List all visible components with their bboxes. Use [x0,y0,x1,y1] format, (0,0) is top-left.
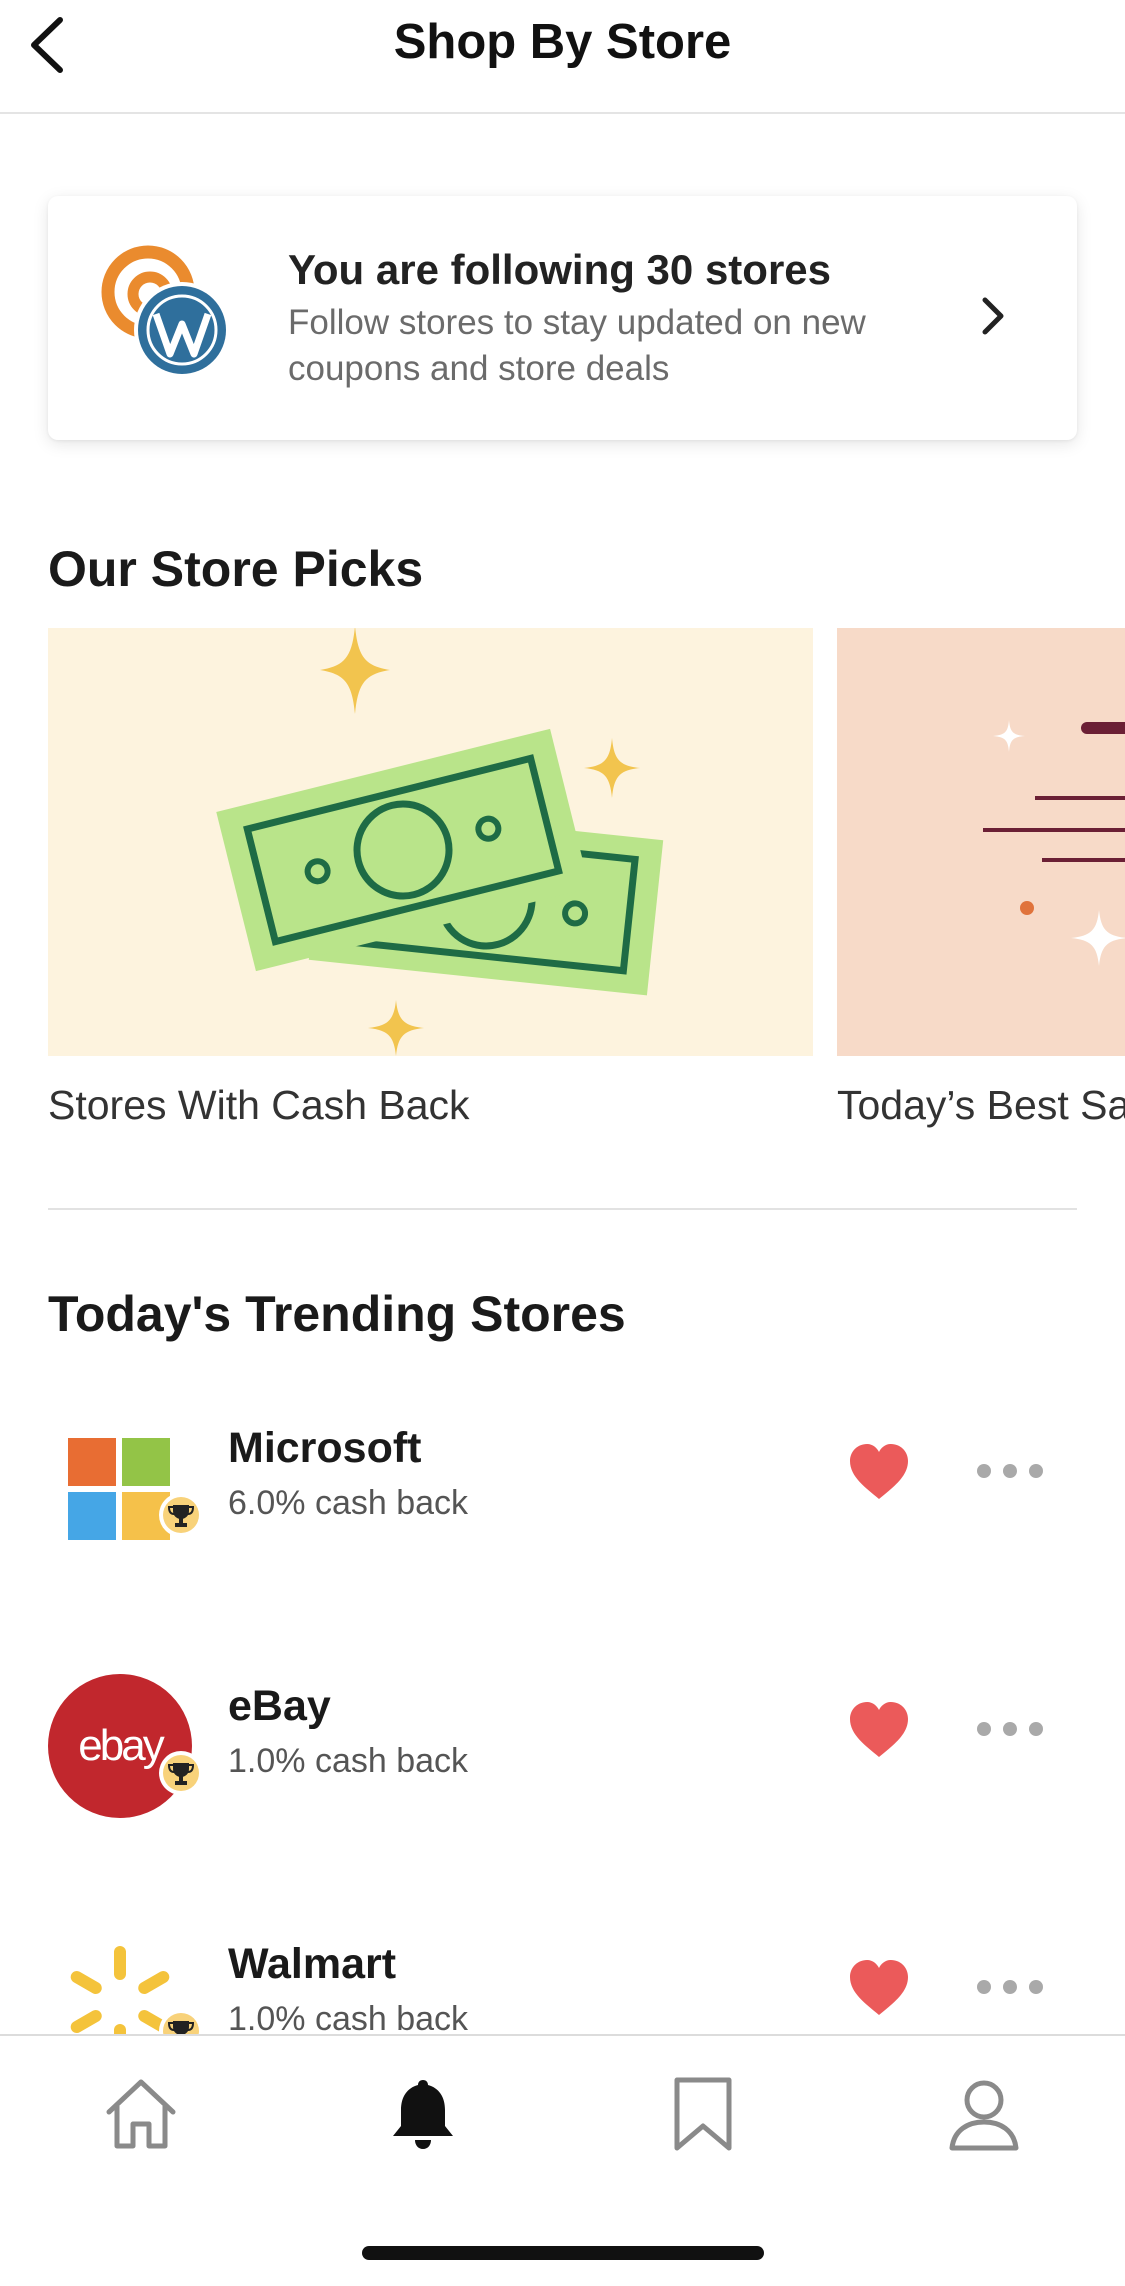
heart-filled-icon[interactable] [846,1439,912,1505]
pick-label-cash-back: Stores With Cash Back [48,1082,470,1128]
ebay-logo-icon: ebay [48,1674,192,1818]
trophy-badge-icon [159,1493,203,1537]
bell-icon[interactable] [383,2074,463,2154]
store-row-microsoft[interactable]: Microsoft 6.0% cash back [0,1404,1125,1564]
home-indicator [362,2246,764,2260]
heart-filled-icon[interactable] [846,1955,912,2021]
followed-stores-logos-icon [101,245,230,378]
pick-card-best-sales[interactable]: Today’s Best Sales [837,628,1125,1129]
money-bills-icon [48,628,813,1056]
following-count-title: You are following 30 stores [288,246,832,293]
store-name: Walmart [228,1940,397,1988]
home-icon[interactable] [101,2074,181,2154]
heart-filled-icon[interactable] [846,1697,912,1763]
store-row-ebay[interactable]: ebay eBay 1.0% cash back [0,1662,1125,1822]
best-sales-illustration [837,628,1125,1056]
store-picks-heading: Our Store Picks [48,541,424,597]
following-stores-card[interactable]: You are following 30 stores Follow store… [48,196,1077,440]
ebay-logo-text: ebay [78,1721,164,1770]
chevron-right-icon [982,297,1004,335]
section-divider [48,1208,1077,1210]
more-options-icon[interactable] [975,1972,1045,2002]
pick-card-cash-back[interactable]: Stores With Cash Back [48,628,813,1129]
page-title: Shop By Store [393,15,732,69]
top-bar: Shop By Store [0,0,1125,114]
trophy-badge-icon [159,1751,203,1795]
speed-lines-icon [837,628,1125,1056]
more-options-icon[interactable] [975,1456,1045,1486]
microsoft-logo-icon [68,1438,170,1540]
microsoft-logo [48,1414,203,1564]
cash-back-rate: 6.0% cash back [228,1484,469,1522]
store-name: eBay [228,1682,331,1730]
pick-label-best-sales: Today’s Best Sales [837,1082,1125,1128]
following-description: Follow stores to stay updated on new cou… [288,303,866,388]
trending-stores-heading: Today's Trending Stores [48,1286,626,1342]
profile-icon[interactable] [944,2074,1024,2154]
bookmark-icon[interactable] [663,2074,743,2154]
store-name: Microsoft [228,1424,422,1472]
store-picks-carousel[interactable]: Stores With Cash Back Today’s Best Sales [48,628,1125,1148]
cash-back-illustration [48,628,813,1056]
cash-back-rate: 1.0% cash back [228,1742,469,1780]
ebay-logo: ebay [48,1672,203,1822]
more-options-icon[interactable] [975,1714,1045,1744]
